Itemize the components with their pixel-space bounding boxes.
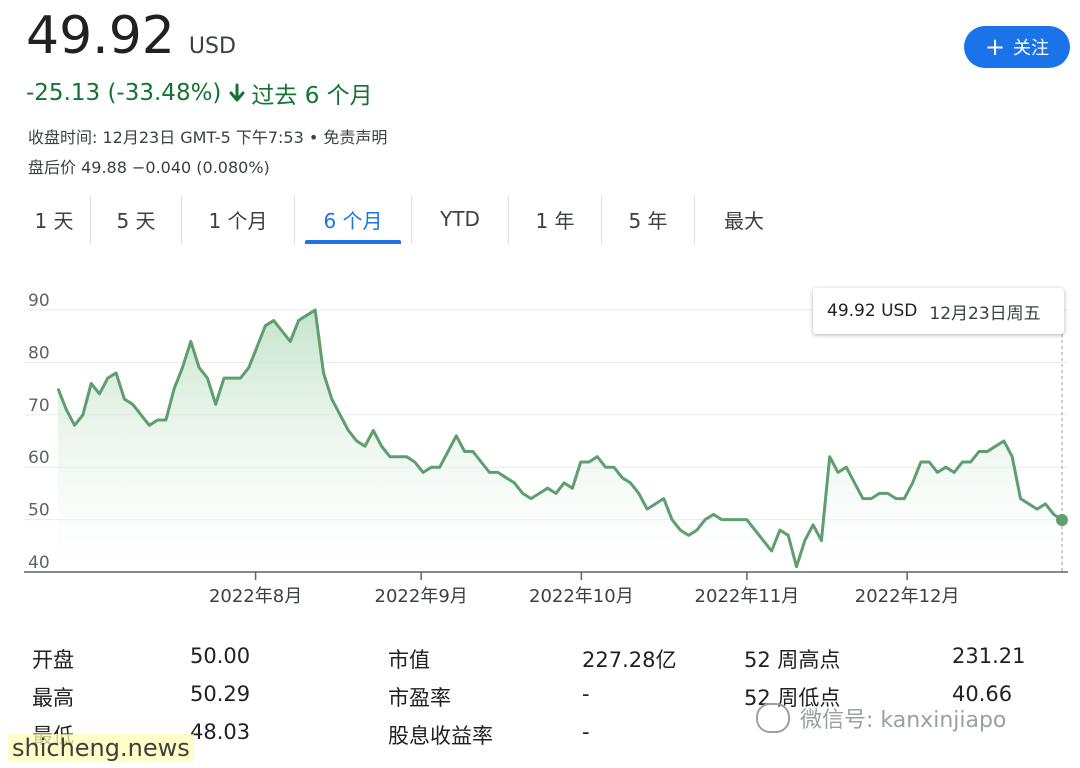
- currency-label: USD: [188, 34, 236, 59]
- range-tabs: 1 天 5 天 1 个月 6 个月 YTD 1 年 5 年 最大: [18, 196, 793, 244]
- current-price: 49.92: [26, 6, 175, 66]
- tab-5y[interactable]: 5 年: [602, 196, 694, 242]
- 52w-high-value: 231.21: [952, 644, 1026, 668]
- wechat-watermark-text: 微信号: kanxinjiapo: [800, 708, 1007, 733]
- y-tick-label: 80: [28, 343, 50, 363]
- price-header: 49.92 USD: [26, 6, 236, 66]
- tab-5d[interactable]: 5 天: [91, 196, 181, 242]
- open-value: 50.00: [190, 644, 251, 668]
- site-watermark: shicheng.news: [8, 734, 194, 762]
- tooltip-date: 12月23日周五: [929, 303, 1041, 324]
- tooltip-value: 49.92 USD: [827, 301, 918, 321]
- plus-icon: +: [984, 33, 1006, 61]
- y-tick-label: 90: [28, 291, 50, 311]
- low-value: 48.03: [190, 720, 251, 744]
- y-tick-label: 60: [28, 448, 50, 468]
- x-tick-label: 2022年11月: [695, 586, 800, 607]
- tab-ytd[interactable]: YTD: [412, 196, 508, 242]
- tab-6m[interactable]: 6 个月: [305, 196, 401, 244]
- high-label: 最高: [32, 686, 74, 710]
- change-value: -25.13 (-33.48%): [26, 80, 222, 106]
- tab-max[interactable]: 最大: [695, 196, 793, 242]
- stats-row: 开盘 50.00 市值 227.28亿 52 周高点 231.21: [0, 644, 1080, 682]
- tab-1d[interactable]: 1 天: [18, 196, 90, 242]
- follow-button[interactable]: + 关注: [964, 26, 1070, 68]
- tab-1m[interactable]: 1 个月: [182, 196, 294, 242]
- open-label: 开盘: [32, 648, 74, 672]
- x-tick-label: 2022年10月: [529, 586, 634, 607]
- chart-tooltip: 49.92 USD 12月23日周五: [813, 288, 1064, 334]
- market-cap-label: 市值: [388, 648, 430, 672]
- change-period: 过去 6 个月: [251, 83, 373, 109]
- high-value: 50.29: [190, 682, 251, 706]
- x-tick-label: 2022年9月: [375, 586, 468, 607]
- wechat-icon: [756, 703, 790, 733]
- dividend-yield-label: 股息收益率: [388, 724, 493, 748]
- y-tick-label: 40: [28, 553, 50, 573]
- price-change: -25.13 (-33.48%) 过去 6 个月: [26, 76, 373, 110]
- x-axis-labels: 2022年8月 2022年9月 2022年10月 2022年11月 2022年12月: [209, 572, 960, 607]
- market-cap-value: 227.28亿: [582, 648, 677, 672]
- last-price-marker: [1056, 514, 1068, 527]
- dividend-yield-value: -: [582, 720, 590, 744]
- wechat-watermark: 微信号: kanxinjiapo: [756, 702, 1006, 734]
- after-hours-info: 盘后价 49.88 −0.040 (0.080%): [28, 158, 270, 177]
- close-info: 收盘时间: 12月23日 GMT-5 下午7:53 • 免责声明: [28, 128, 388, 147]
- arrow-down-icon: [229, 83, 245, 102]
- pe-value: -: [582, 682, 590, 706]
- y-tick-label: 70: [28, 396, 50, 416]
- x-tick-label: 2022年12月: [855, 586, 960, 607]
- 52w-high-label: 52 周高点: [744, 648, 841, 672]
- y-tick-label: 50: [28, 501, 50, 521]
- x-tick-label: 2022年8月: [209, 586, 302, 607]
- y-axis-labels: 90 80 70 60 50 40: [28, 291, 50, 573]
- tab-1y[interactable]: 1 年: [509, 196, 601, 242]
- price-area-fill: [58, 310, 1062, 572]
- pe-label: 市盈率: [388, 686, 451, 710]
- tab-divider: [294, 196, 295, 244]
- follow-label: 关注: [1013, 38, 1050, 59]
